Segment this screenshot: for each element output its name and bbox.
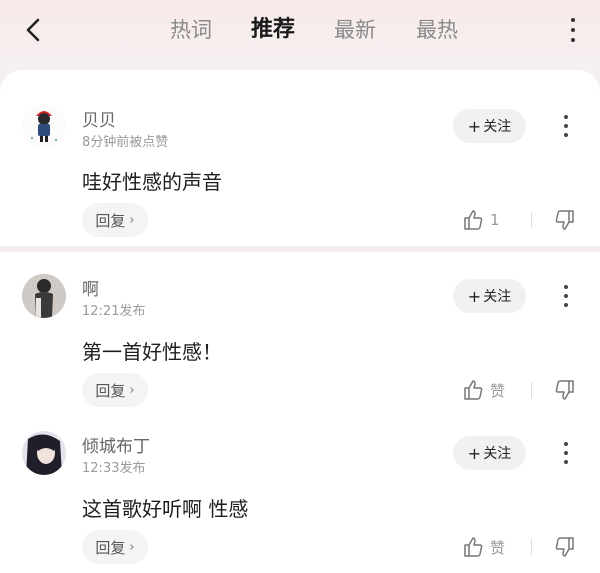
avatar-image: [22, 431, 66, 475]
reply-button[interactable]: 回复 ›: [82, 530, 148, 564]
chevron-right-icon: ›: [129, 212, 135, 228]
comment-more-button[interactable]: [561, 114, 571, 138]
chevron-right-icon: ›: [129, 539, 135, 555]
plus-icon: +: [467, 286, 482, 306]
back-button[interactable]: [18, 12, 50, 48]
reply-button[interactable]: 回复 ›: [82, 203, 148, 237]
chevron-right-icon: ›: [129, 382, 135, 398]
reply-button[interactable]: 回复 ›: [82, 373, 148, 407]
tab-latest[interactable]: 最新: [314, 14, 396, 46]
like-label: 赞: [490, 538, 506, 557]
username[interactable]: 倾城布丁: [82, 432, 150, 457]
tab-recommended[interactable]: 推荐: [232, 14, 314, 46]
dislike-button[interactable]: [554, 209, 578, 233]
follow-label: 关注: [483, 119, 512, 135]
tab-hottest[interactable]: 最热: [396, 14, 478, 46]
tab-bar: 热词 推荐 最新 最热: [150, 14, 478, 46]
thumbs-down-icon: [555, 210, 574, 230]
comment-text: 哇好性感的声音: [82, 170, 222, 194]
divider: [531, 539, 532, 555]
thumbs-down-icon: [555, 537, 574, 557]
plus-icon: +: [467, 443, 482, 463]
like-label: 赞: [490, 381, 506, 400]
comment-text: 这首歌好听啊 性感: [82, 497, 249, 521]
dislike-button[interactable]: [554, 536, 578, 560]
follow-label: 关注: [483, 289, 512, 305]
comment-meta: 12:33发布: [82, 461, 146, 476]
comment-text: 第一首好性感！: [82, 340, 222, 364]
avatar[interactable]: [22, 431, 66, 475]
like-button[interactable]: 1: [462, 208, 500, 232]
avatar-image: [22, 104, 66, 148]
like-button[interactable]: 赞: [462, 378, 505, 402]
like-count: 1: [490, 211, 500, 229]
avatar-image: [22, 274, 66, 318]
tab-hot-words[interactable]: 热词: [150, 14, 232, 46]
follow-button[interactable]: + 关注: [453, 436, 526, 470]
comment-card: 贝贝 8分钟前被点赞 + 关注 哇好性感的声音 回复 › 1: [0, 70, 600, 246]
thumbs-down-icon: [555, 380, 574, 400]
reply-label: 回复: [95, 381, 126, 400]
divider: [531, 382, 532, 398]
comment-more-button[interactable]: [561, 284, 571, 308]
reply-label: 回复: [95, 211, 126, 230]
follow-button[interactable]: + 关注: [453, 279, 526, 313]
divider: [531, 212, 532, 228]
comment-meta: 8分钟前被点赞: [82, 135, 169, 150]
thumbs-up-icon: [464, 380, 483, 400]
more-options-button[interactable]: [568, 16, 578, 44]
plus-icon: +: [467, 116, 482, 136]
thumbs-up-icon: [464, 210, 483, 230]
comment-meta: 12:21发布: [82, 304, 146, 319]
avatar[interactable]: [22, 104, 66, 148]
comments-page: 热词 推荐 最新 最热 贝贝 8分钟前被点赞 + 关注 哇好性感的声音 回复 ›…: [0, 0, 600, 573]
username[interactable]: 贝贝: [82, 106, 116, 131]
avatar[interactable]: [22, 274, 66, 318]
chevron-left-icon: [26, 18, 40, 42]
dislike-button[interactable]: [554, 379, 578, 403]
follow-label: 关注: [483, 446, 512, 462]
username[interactable]: 啊: [82, 275, 99, 300]
like-button[interactable]: 赞: [462, 535, 505, 559]
top-bar: 热词 推荐 最新 最热: [0, 0, 600, 62]
comment-card: 啊 12:21发布 + 关注 第一首好性感！ 回复 › 赞 倾城布丁 12:33…: [0, 252, 600, 573]
follow-button[interactable]: + 关注: [453, 109, 526, 143]
thumbs-up-icon: [464, 537, 483, 557]
comment-more-button[interactable]: [561, 441, 571, 465]
reply-label: 回复: [95, 538, 126, 557]
